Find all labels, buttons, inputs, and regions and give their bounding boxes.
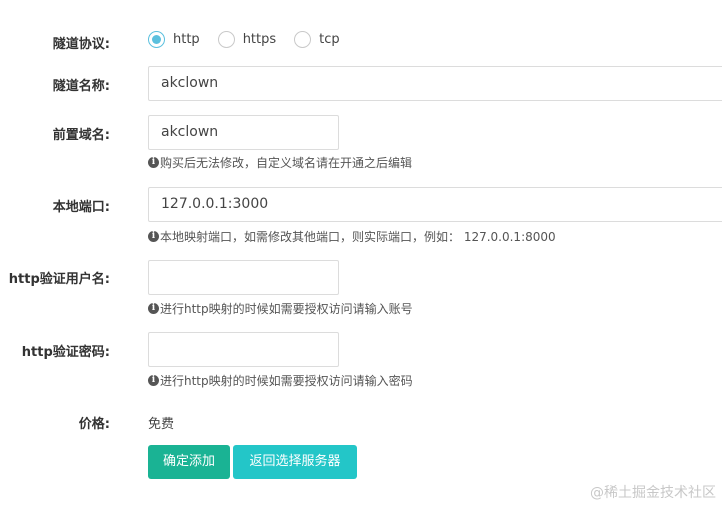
confirm-add-button[interactable]: 确定添加 <box>148 445 230 479</box>
info-circle-icon: i <box>148 157 159 168</box>
protocol-radio-group: http https tcp <box>148 31 358 48</box>
http-password-label: http验证密码: <box>21 345 110 360</box>
prefix-domain-input[interactable]: akclown <box>148 115 339 150</box>
http-user-input[interactable] <box>148 260 339 295</box>
local-port-help: i 本地映射端口，如需修改其他端口，则实际端口，例如： 127.0.0.1:80… <box>148 228 556 245</box>
radio-checked-icon[interactable] <box>148 31 165 48</box>
price-value: 免费 <box>148 417 175 432</box>
protocol-option-label: tcp <box>319 32 340 47</box>
protocol-option-label: http <box>173 32 200 47</box>
protocol-option-https[interactable]: https <box>217 31 277 48</box>
prefix-domain-label: 前置域名: <box>52 128 110 143</box>
local-port-label: 本地端口: <box>52 200 110 215</box>
protocol-label: 隧道协议: <box>52 37 110 52</box>
price-label: 价格: <box>78 417 110 432</box>
prefix-domain-help: i 购买后无法修改，自定义域名请在开通之后编辑 <box>148 154 412 171</box>
info-circle-icon: i <box>148 303 159 314</box>
http-user-label: http验证用户名: <box>8 272 110 287</box>
protocol-option-tcp[interactable]: tcp <box>294 31 340 48</box>
watermark: @稀土掘金技术社区 <box>590 485 716 501</box>
radio-unchecked-icon[interactable] <box>294 31 312 48</box>
local-port-input[interactable]: 127.0.0.1:3000 <box>148 187 722 222</box>
info-circle-icon: i <box>148 375 159 386</box>
protocol-option-label: https <box>242 32 277 47</box>
http-password-help: i 进行http映射的时候如需要授权访问请输入密码 <box>148 372 413 389</box>
back-to-server-select-button[interactable]: 返回选择服务器 <box>233 445 357 479</box>
tunnel-name-label: 隧道名称: <box>52 79 110 94</box>
radio-unchecked-icon[interactable] <box>217 31 235 48</box>
http-password-help-text: 进行http映射的时候如需要授权访问请输入密码 <box>160 374 413 388</box>
protocol-option-http[interactable]: http <box>148 31 200 48</box>
tunnel-form-page: 隧道协议: http https tcp 隧道名称: akclown 前置域名:… <box>0 0 722 510</box>
http-password-input[interactable] <box>148 332 339 367</box>
http-user-help-text: 进行http映射的时候如需要授权访问请输入账号 <box>160 302 413 316</box>
prefix-domain-help-text: 购买后无法修改，自定义域名请在开通之后编辑 <box>160 156 413 170</box>
tunnel-name-input[interactable]: akclown <box>148 66 722 101</box>
http-user-help: i 进行http映射的时候如需要授权访问请输入账号 <box>148 300 413 317</box>
info-circle-icon: i <box>148 231 159 242</box>
local-port-help-text: 本地映射端口，如需修改其他端口，则实际端口，例如： 127.0.0.1:8000 <box>160 230 556 244</box>
